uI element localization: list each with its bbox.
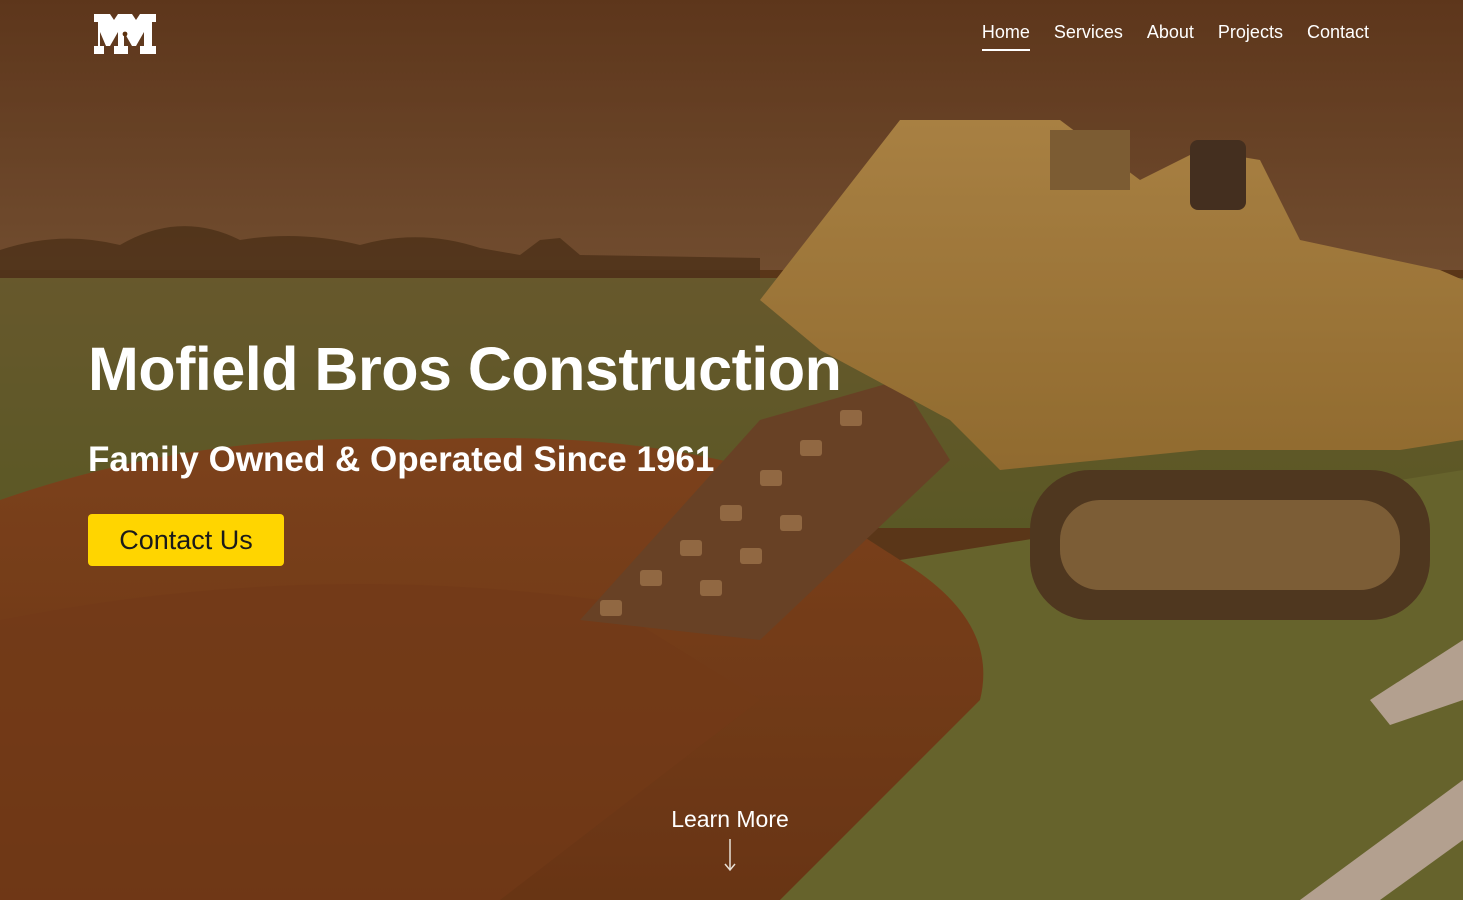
contact-us-button[interactable]: Contact Us xyxy=(88,514,284,566)
hero-subtitle: Family Owned & Operated Since 1961 xyxy=(88,440,715,479)
learn-more-label: Learn More xyxy=(671,806,789,832)
nav-item-projects[interactable]: Projects xyxy=(1218,22,1283,51)
nav-item-services[interactable]: Services xyxy=(1054,22,1123,51)
nav-item-home[interactable]: Home xyxy=(981,22,1030,51)
learn-more-link[interactable]: Learn More xyxy=(630,806,830,873)
mb-monogram-logo-icon[interactable] xyxy=(92,12,158,56)
hero-title: Mofield Bros Construction xyxy=(88,335,842,403)
arrow-down-icon xyxy=(724,839,736,872)
main-nav: Home Services About Projects Contact xyxy=(981,22,1369,51)
hero-section: Home Services About Projects Contact Mof… xyxy=(0,0,1463,900)
nav-item-contact[interactable]: Contact xyxy=(1307,22,1369,51)
nav-item-about[interactable]: About xyxy=(1147,22,1194,51)
